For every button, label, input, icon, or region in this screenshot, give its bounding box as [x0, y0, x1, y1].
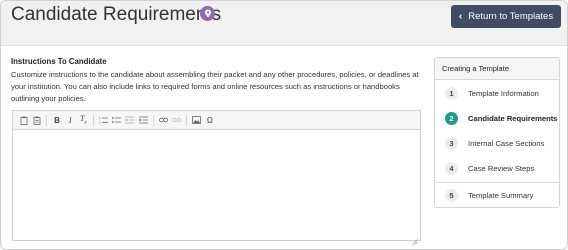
- special-character-icon[interactable]: Ω: [204, 114, 216, 126]
- instructions-description: Customize instructions to the candidate …: [11, 70, 419, 103]
- step-template-summary[interactable]: 5 Template Summary: [435, 183, 559, 207]
- remove-format-icon[interactable]: Tx: [77, 114, 89, 126]
- step-label: Case Review Steps: [468, 163, 535, 173]
- step-number: 5: [445, 188, 458, 202]
- step-number: 2: [445, 111, 458, 125]
- step-candidate-requirements[interactable]: 2 Candidate Requirements: [435, 106, 559, 130]
- outdent-icon[interactable]: [124, 114, 136, 126]
- image-icon[interactable]: [191, 114, 203, 126]
- step-label: Template Information: [468, 88, 539, 98]
- page-title: Candidate Requirements: [11, 4, 222, 25]
- app-window: Candidate Requirements ‹ Return to Templ…: [0, 0, 568, 250]
- unlink-icon[interactable]: [170, 114, 182, 126]
- resize-grip-icon[interactable]: [412, 232, 418, 245]
- toolbar-separator: [46, 114, 48, 126]
- location-pin-icon: [200, 6, 215, 21]
- template-steps-panel: Creating a Template 1 Template Informati…: [434, 57, 560, 208]
- return-to-templates-label: Return to Templates: [468, 11, 554, 22]
- bold-icon[interactable]: B: [51, 114, 63, 126]
- chevron-left-icon: ‹: [458, 11, 463, 22]
- return-to-templates-button[interactable]: ‹ Return to Templates: [451, 5, 561, 28]
- step-number: 3: [445, 136, 458, 150]
- rich-text-editor: B I Tx 12 Ω: [12, 110, 421, 245]
- indent-icon[interactable]: [137, 114, 149, 126]
- editor-content-area[interactable]: [13, 130, 420, 240]
- step-label: Template Summary: [468, 190, 534, 200]
- step-case-review-steps[interactable]: 4 Case Review Steps: [435, 156, 559, 180]
- page-header: Candidate Requirements ‹ Return to Templ…: [1, 1, 567, 46]
- numbered-list-icon[interactable]: 12: [98, 114, 110, 126]
- bulleted-list-icon[interactable]: [111, 114, 123, 126]
- svg-text:2: 2: [99, 120, 101, 124]
- step-internal-case-sections[interactable]: 3 Internal Case Sections: [435, 131, 559, 155]
- toolbar-separator: [152, 114, 154, 126]
- step-number: 4: [445, 161, 458, 175]
- step-label: Candidate Requirements: [468, 113, 558, 123]
- toolbar-separator: [186, 114, 188, 126]
- link-icon[interactable]: [157, 114, 169, 126]
- paste-text-icon[interactable]: [31, 114, 43, 126]
- step-template-information[interactable]: 1 Template Information: [435, 81, 559, 105]
- steps-panel-title: Creating a Template: [435, 58, 559, 80]
- italic-icon[interactable]: I: [64, 114, 76, 126]
- editor-toolbar: B I Tx 12 Ω: [13, 111, 420, 130]
- step-number: 1: [445, 86, 458, 100]
- paste-icon[interactable]: [18, 114, 30, 126]
- step-label: Internal Case Sections: [468, 138, 545, 148]
- toolbar-separator: [92, 114, 94, 126]
- instructions-title: Instructions To Candidate: [11, 57, 107, 66]
